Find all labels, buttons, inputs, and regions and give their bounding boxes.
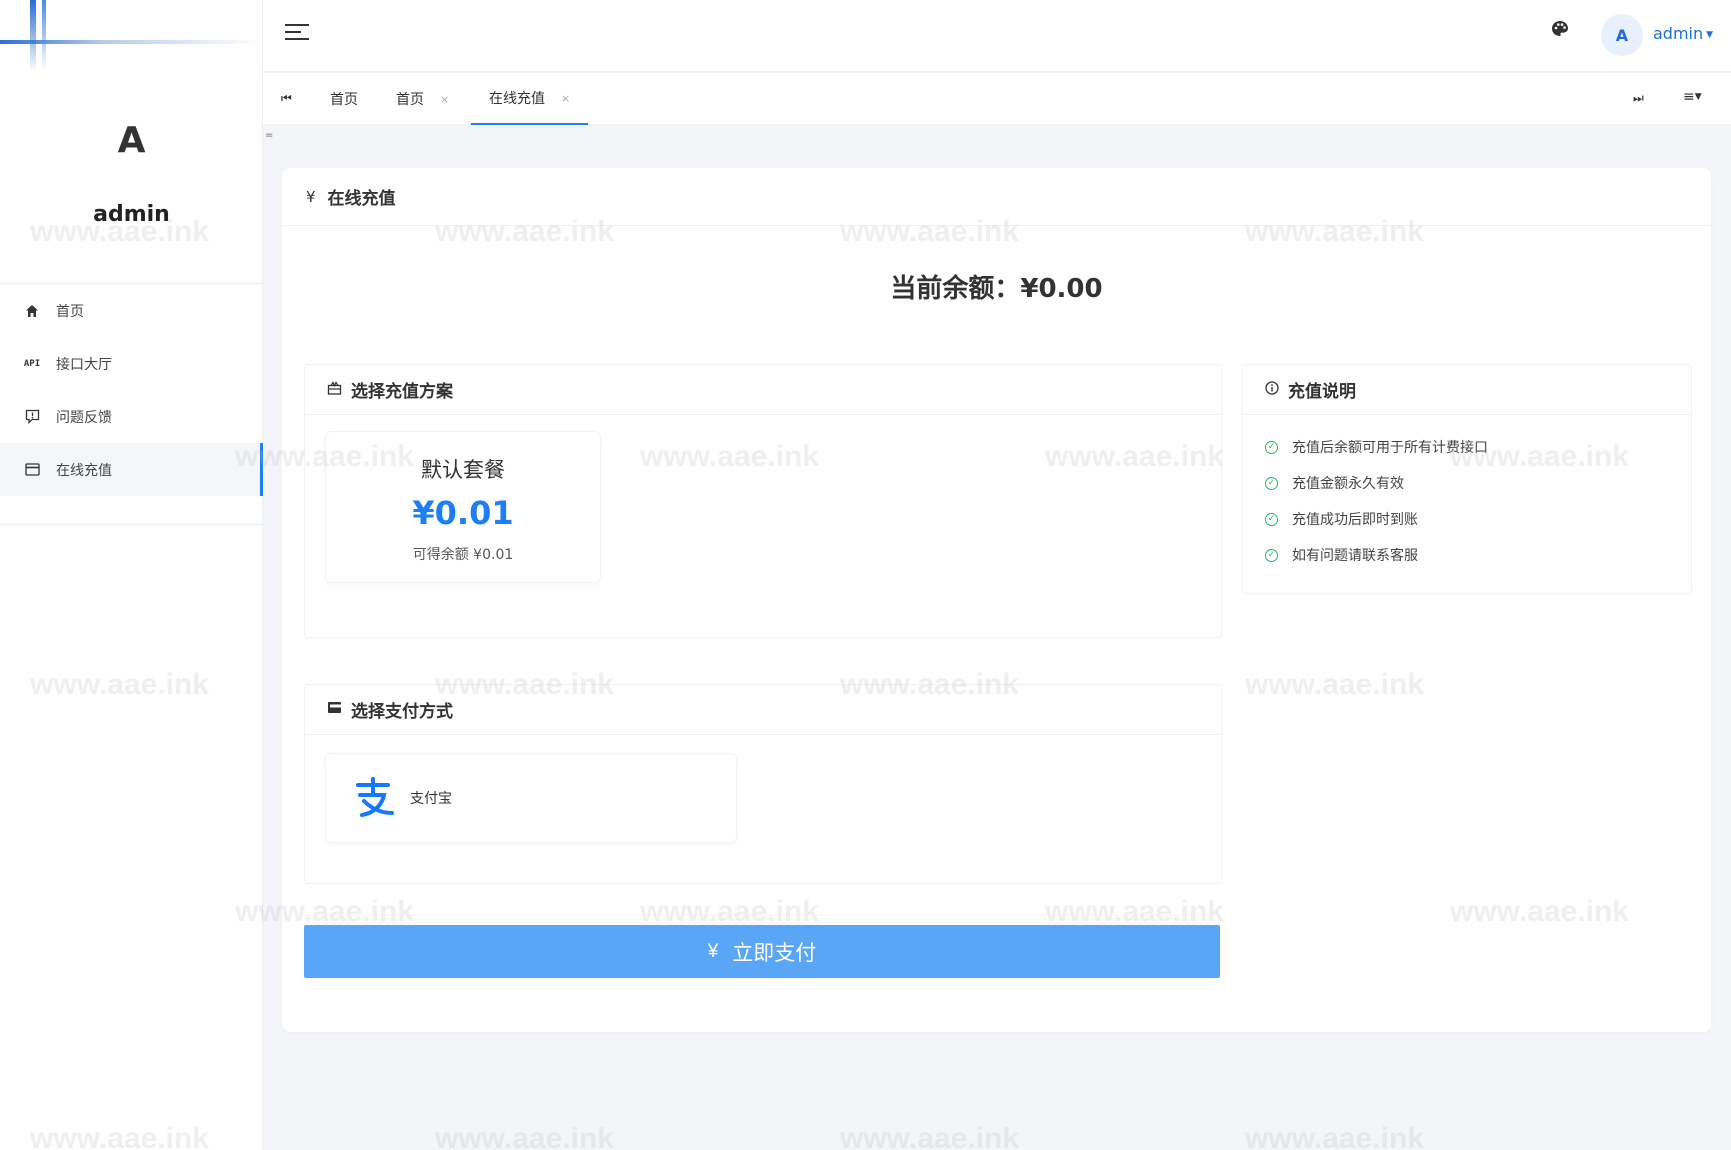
tab-label: 首页 bbox=[396, 92, 424, 108]
info-section-title: 充值说明 bbox=[1288, 382, 1356, 402]
plan-name: 默认套餐 bbox=[421, 458, 505, 482]
sidebar-item-recharge[interactable]: 在线充值 bbox=[0, 443, 263, 496]
check-circle-icon: ✓ bbox=[1265, 548, 1278, 562]
card-header: ¥ 在线充值 bbox=[282, 168, 1711, 226]
palette-icon[interactable] bbox=[1551, 20, 1575, 44]
info-text: 充值金额永久有效 bbox=[1292, 476, 1404, 492]
sidebar-item-feedback[interactable]: 问题反馈 bbox=[0, 390, 263, 443]
tabs-scroll-right-icon[interactable]: ⏭ bbox=[1633, 91, 1644, 106]
sidebar-divider bbox=[0, 524, 263, 525]
header-avatar[interactable]: A bbox=[1601, 14, 1643, 56]
sidebar-avatar: A bbox=[117, 120, 146, 161]
wallet-icon bbox=[327, 701, 342, 718]
check-circle-icon: ✓ bbox=[1265, 440, 1278, 454]
tabs-scroll-left-icon[interactable]: ⏮ bbox=[281, 91, 292, 106]
plan-section-header: 选择充值方案 bbox=[305, 365, 1221, 415]
yen-icon: ¥ bbox=[306, 187, 316, 206]
caret-down-icon: ▼ bbox=[1706, 30, 1714, 40]
tabs-menu-icon[interactable]: ≡▼ bbox=[1683, 89, 1702, 105]
sidebar-profile: A admin bbox=[0, 72, 263, 284]
info-item: ✓ 如有问题请联系客服 bbox=[1265, 537, 1691, 573]
plan-price: ¥0.01 bbox=[412, 494, 514, 532]
user-menu-dropdown[interactable]: admin ▼ bbox=[1653, 24, 1713, 43]
plan-section-title: 选择充值方案 bbox=[351, 382, 453, 402]
sidebar-username: admin bbox=[93, 202, 170, 227]
home-icon bbox=[22, 301, 42, 321]
sidebar-item-label: 在线充值 bbox=[56, 462, 112, 479]
payment-section: 选择支付方式 支付宝 bbox=[304, 684, 1222, 884]
tab-label: 在线充值 bbox=[489, 91, 545, 107]
page-title: 在线充值 bbox=[327, 189, 396, 209]
sidebar-item-home[interactable]: 首页 bbox=[0, 284, 263, 337]
plan-option[interactable]: 默认套餐 ¥0.01 可得余额 ¥0.01 bbox=[325, 431, 601, 583]
tab-home[interactable]: 首页 × bbox=[396, 73, 449, 125]
tab-recharge[interactable]: 在线充值 × bbox=[471, 73, 589, 125]
payment-section-title: 选择支付方式 bbox=[351, 702, 453, 722]
collapse-handle-icon[interactable]: = bbox=[265, 130, 273, 141]
sidebar-item-api[interactable]: API 接口大厅 bbox=[0, 337, 263, 390]
feedback-icon bbox=[22, 407, 42, 427]
top-header: A admin ▼ bbox=[263, 0, 1731, 72]
info-section: 充值说明 ✓ 充值后余额可用于所有计费接口 ✓ 充值金额永久有效 ✓ 充值成功后… bbox=[1242, 364, 1692, 594]
alipay-icon bbox=[350, 775, 396, 821]
plan-gain: 可得余额 ¥0.01 bbox=[412, 547, 514, 563]
info-text: 如有问题请联系客服 bbox=[1292, 548, 1418, 564]
api-icon: API bbox=[23, 358, 41, 369]
current-balance: 当前余额：¥0.00 bbox=[890, 274, 1103, 304]
plan-section: 选择充值方案 默认套餐 ¥0.01 可得余额 ¥0.01 bbox=[304, 364, 1222, 638]
payment-section-header: 选择支付方式 bbox=[305, 685, 1221, 735]
info-item: ✓ 充值成功后即时到账 bbox=[1265, 501, 1691, 537]
sidebar-item-label: 问题反馈 bbox=[56, 409, 112, 426]
info-text: 充值后余额可用于所有计费接口 bbox=[1292, 440, 1488, 456]
sidebar-item-label: 接口大厅 bbox=[56, 356, 112, 373]
yen-icon: ¥ bbox=[707, 940, 719, 962]
payment-option-alipay[interactable]: 支付宝 bbox=[325, 753, 737, 843]
info-icon bbox=[1265, 380, 1279, 399]
check-circle-icon: ✓ bbox=[1265, 512, 1278, 526]
check-circle-icon: ✓ bbox=[1265, 476, 1278, 490]
sidebar-nav: 首页 API 接口大厅 问题反馈 在线充值 bbox=[0, 284, 263, 496]
sidebar: A admin 首页 API 接口大厅 问题反馈 在线充值 bbox=[0, 0, 263, 1150]
wallet-icon bbox=[22, 460, 42, 480]
recharge-card: ¥ 在线充值 当前余额：¥0.00 选择充值方案 默认套餐 ¥0.01 可得余额… bbox=[282, 168, 1711, 1032]
tab-close-icon[interactable]: × bbox=[561, 92, 570, 105]
tab-home-fixed[interactable]: 首页 bbox=[330, 73, 358, 125]
menu-toggle-icon[interactable] bbox=[285, 24, 309, 44]
pay-button-label: 立即支付 bbox=[732, 941, 817, 965]
watermark: www.aae.ink bbox=[1245, 1122, 1424, 1150]
info-text: 充值成功后即时到账 bbox=[1292, 512, 1418, 528]
payment-name: 支付宝 bbox=[410, 791, 452, 807]
header-username: admin bbox=[1653, 24, 1704, 43]
info-section-header: 充值说明 bbox=[1243, 365, 1691, 415]
gift-icon bbox=[327, 380, 342, 399]
sidebar-item-label: 首页 bbox=[56, 303, 84, 320]
info-item: ✓ 充值后余额可用于所有计费接口 bbox=[1265, 429, 1691, 465]
pay-now-button[interactable]: ¥ 立即支付 bbox=[304, 925, 1220, 978]
watermark: www.aae.ink bbox=[840, 1122, 1019, 1150]
logo-graphic bbox=[0, 0, 263, 72]
tab-close-icon[interactable]: × bbox=[440, 93, 449, 106]
info-list: ✓ 充值后余额可用于所有计费接口 ✓ 充值金额永久有效 ✓ 充值成功后即时到账 … bbox=[1243, 415, 1691, 573]
watermark: www.aae.ink bbox=[435, 1122, 614, 1150]
info-item: ✓ 充值金额永久有效 bbox=[1265, 465, 1691, 501]
tab-label: 首页 bbox=[330, 92, 358, 108]
tab-bar: ⏮ 首页 首页 × 在线充值 × ⏭ ≡▼ bbox=[263, 73, 1731, 125]
